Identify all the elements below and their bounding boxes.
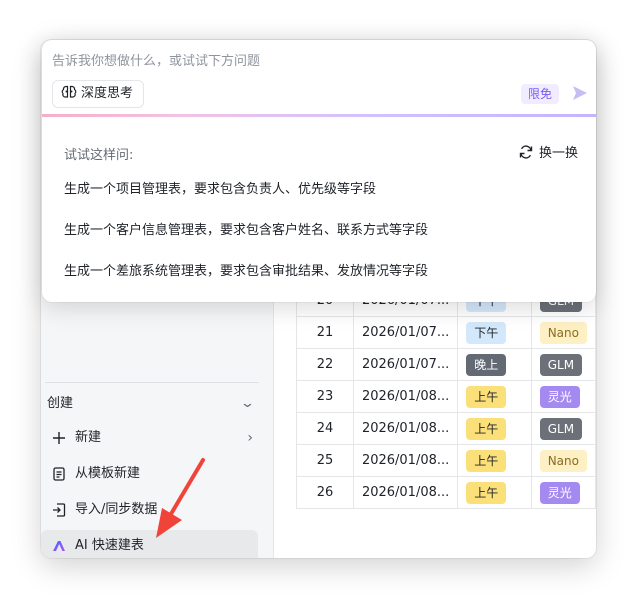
- suggestion-section-label: 试试这样问:: [64, 148, 134, 163]
- period-cell[interactable]: 上午: [457, 380, 532, 413]
- table-row[interactable]: 23 2026/01/08... 上午 灵光: [296, 380, 596, 413]
- row-number-cell[interactable]: 23: [296, 380, 354, 413]
- period-cell[interactable]: 下午: [457, 316, 532, 349]
- model-tag: GLM: [539, 417, 583, 440]
- table-row[interactable]: 25 2026/01/08... 上午 Nano: [296, 444, 596, 477]
- ai-logo-icon: [53, 541, 65, 551]
- period-cell[interactable]: 上午: [457, 412, 532, 445]
- date-value: 2026/01/08...: [361, 421, 450, 436]
- model-tag: GLM: [539, 353, 583, 376]
- ai-create-popup: 告诉我你想做什么，或试试下方问题 深度思考 限免 试试这样问: 换一换 生成一个…: [42, 40, 596, 302]
- send-icon[interactable]: [571, 84, 589, 102]
- date-cell[interactable]: 2026/01/08...: [352, 444, 459, 477]
- row-number: 22: [316, 357, 334, 372]
- row-number-cell[interactable]: 26: [296, 476, 354, 509]
- sidebar-item-import[interactable]: 导入/同步数据: [47, 494, 253, 526]
- model-tag: 灵光: [539, 481, 580, 504]
- row-number: 21: [316, 325, 334, 340]
- row-number-cell[interactable]: 22: [296, 348, 354, 381]
- period-cell[interactable]: 晚上: [457, 348, 532, 381]
- model-cell[interactable]: 灵光: [530, 380, 596, 413]
- period-tag: 上午: [466, 449, 507, 472]
- suggestion-item[interactable]: 生成一个差旅系统管理表，要求包含审批结果、发放情况等字段: [64, 260, 428, 279]
- row-number-cell[interactable]: 24: [296, 412, 354, 445]
- sidebar-item-new[interactable]: 新建 ›: [47, 422, 253, 454]
- chevron-right-icon: ›: [247, 430, 253, 446]
- brain-icon: [61, 85, 77, 98]
- sidebar-item-label: 导入/同步数据: [75, 502, 158, 517]
- date-value: 2026/01/08...: [361, 485, 450, 500]
- date-value: 2026/01/08...: [361, 453, 450, 468]
- row-number: 23: [316, 389, 334, 404]
- row-number-cell[interactable]: 25: [296, 444, 354, 477]
- template-icon: [53, 467, 65, 481]
- input-gradient-bar: [42, 114, 596, 117]
- free-badge: 限免: [521, 84, 560, 104]
- model-cell[interactable]: GLM: [530, 412, 596, 445]
- period-tag: 晚上: [466, 353, 507, 376]
- table-row[interactable]: 21 2026/01/07... 下午 Nano: [296, 316, 596, 349]
- date-value: 2026/01/07...: [361, 325, 450, 340]
- sidebar-item-label: 从模板新建: [75, 466, 141, 481]
- section-title: 创建: [47, 396, 74, 411]
- data-table: 202026/01/07...下午GLM212026/01/07...下午Nan…: [296, 284, 596, 509]
- model-tag: 灵光: [539, 385, 580, 408]
- date-value: 2026/01/08...: [361, 389, 450, 404]
- period-cell[interactable]: 上午: [457, 444, 532, 477]
- period-tag: 上午: [466, 385, 507, 408]
- sidebar-item-ai-quick-table[interactable]: AI 快速建表: [41, 530, 258, 558]
- sidebar-divider: [45, 382, 259, 383]
- sidebar-item-label: 新建: [75, 430, 102, 445]
- row-number-cell[interactable]: 21: [296, 316, 354, 349]
- period-cell[interactable]: 上午: [457, 476, 532, 509]
- plus-icon: [53, 432, 65, 444]
- date-cell[interactable]: 2026/01/08...: [352, 380, 459, 413]
- model-cell[interactable]: 灵光: [530, 476, 596, 509]
- date-cell[interactable]: 2026/01/07...: [352, 316, 459, 349]
- row-number: 25: [316, 453, 334, 468]
- model-cell[interactable]: GLM: [530, 348, 596, 381]
- period-tag: 下午: [466, 321, 507, 344]
- model-tag: Nano: [539, 449, 587, 472]
- import-icon: [53, 503, 66, 517]
- model-tag: Nano: [539, 321, 587, 344]
- deep-think-label: 深度思考: [81, 86, 134, 101]
- model-cell[interactable]: Nano: [530, 444, 596, 477]
- period-tag: 上午: [466, 417, 507, 440]
- table-row[interactable]: 24 2026/01/08... 上午 GLM: [296, 412, 596, 445]
- suggestion-item[interactable]: 生成一个项目管理表，要求包含负责人、优先级等字段: [64, 178, 376, 197]
- sidebar-item-label: AI 快速建表: [75, 538, 144, 553]
- swap-label: 换一换: [539, 146, 579, 161]
- deep-think-button[interactable]: 深度思考: [52, 80, 145, 108]
- sidebar-item-from-template[interactable]: 从模板新建: [47, 458, 253, 490]
- date-cell[interactable]: 2026/01/07...: [352, 348, 459, 381]
- table-row[interactable]: 22 2026/01/07... 晚上 GLM: [296, 348, 596, 381]
- suggestion-item[interactable]: 生成一个客户信息管理表，要求包含客户姓名、联系方式等字段: [64, 219, 428, 238]
- model-cell[interactable]: Nano: [530, 316, 596, 349]
- prompt-input[interactable]: 告诉我你想做什么，或试试下方问题: [52, 50, 260, 69]
- date-cell[interactable]: 2026/01/08...: [352, 476, 459, 509]
- sidebar-section-create[interactable]: 创建 ⌄: [47, 392, 255, 416]
- chevron-down-icon[interactable]: ⌄: [240, 392, 255, 416]
- swap-button[interactable]: 换一换: [518, 142, 578, 161]
- period-tag: 上午: [466, 481, 507, 504]
- row-number: 26: [316, 485, 334, 500]
- refresh-icon: [519, 145, 533, 159]
- date-cell[interactable]: 2026/01/08...: [352, 412, 459, 445]
- table-row[interactable]: 26 2026/01/08... 上午 灵光: [296, 476, 596, 509]
- date-value: 2026/01/07...: [361, 357, 450, 372]
- row-number: 24: [316, 421, 334, 436]
